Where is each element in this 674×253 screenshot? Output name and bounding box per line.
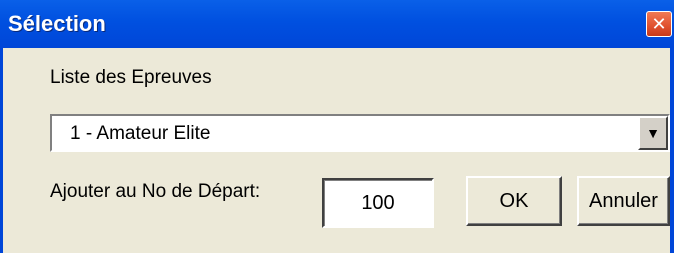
window-border-left xyxy=(0,48,3,253)
start-number-input[interactable] xyxy=(322,178,434,228)
start-number-label: Ajouter au No de Départ: xyxy=(50,181,261,202)
close-button[interactable]: ✕ xyxy=(646,11,672,37)
event-dropdown[interactable]: 1 - Amateur Elite ▼ xyxy=(50,114,670,152)
event-dropdown-value: 1 - Amateur Elite xyxy=(70,123,211,144)
selection-dialog: Sélection ✕ Liste des Epreuves 1 - Amate… xyxy=(0,0,674,253)
chevron-down-icon: ▼ xyxy=(646,125,660,141)
cancel-button[interactable]: Annuler xyxy=(577,176,670,226)
dropdown-toggle-button[interactable]: ▼ xyxy=(638,116,668,150)
close-icon: ✕ xyxy=(651,13,667,34)
event-list-label: Liste des Epreuves xyxy=(50,67,212,88)
window-border-right xyxy=(670,48,674,253)
ok-button[interactable]: OK xyxy=(466,176,562,226)
window-title: Sélection xyxy=(8,11,106,36)
title-bar[interactable]: Sélection ✕ xyxy=(0,0,674,48)
